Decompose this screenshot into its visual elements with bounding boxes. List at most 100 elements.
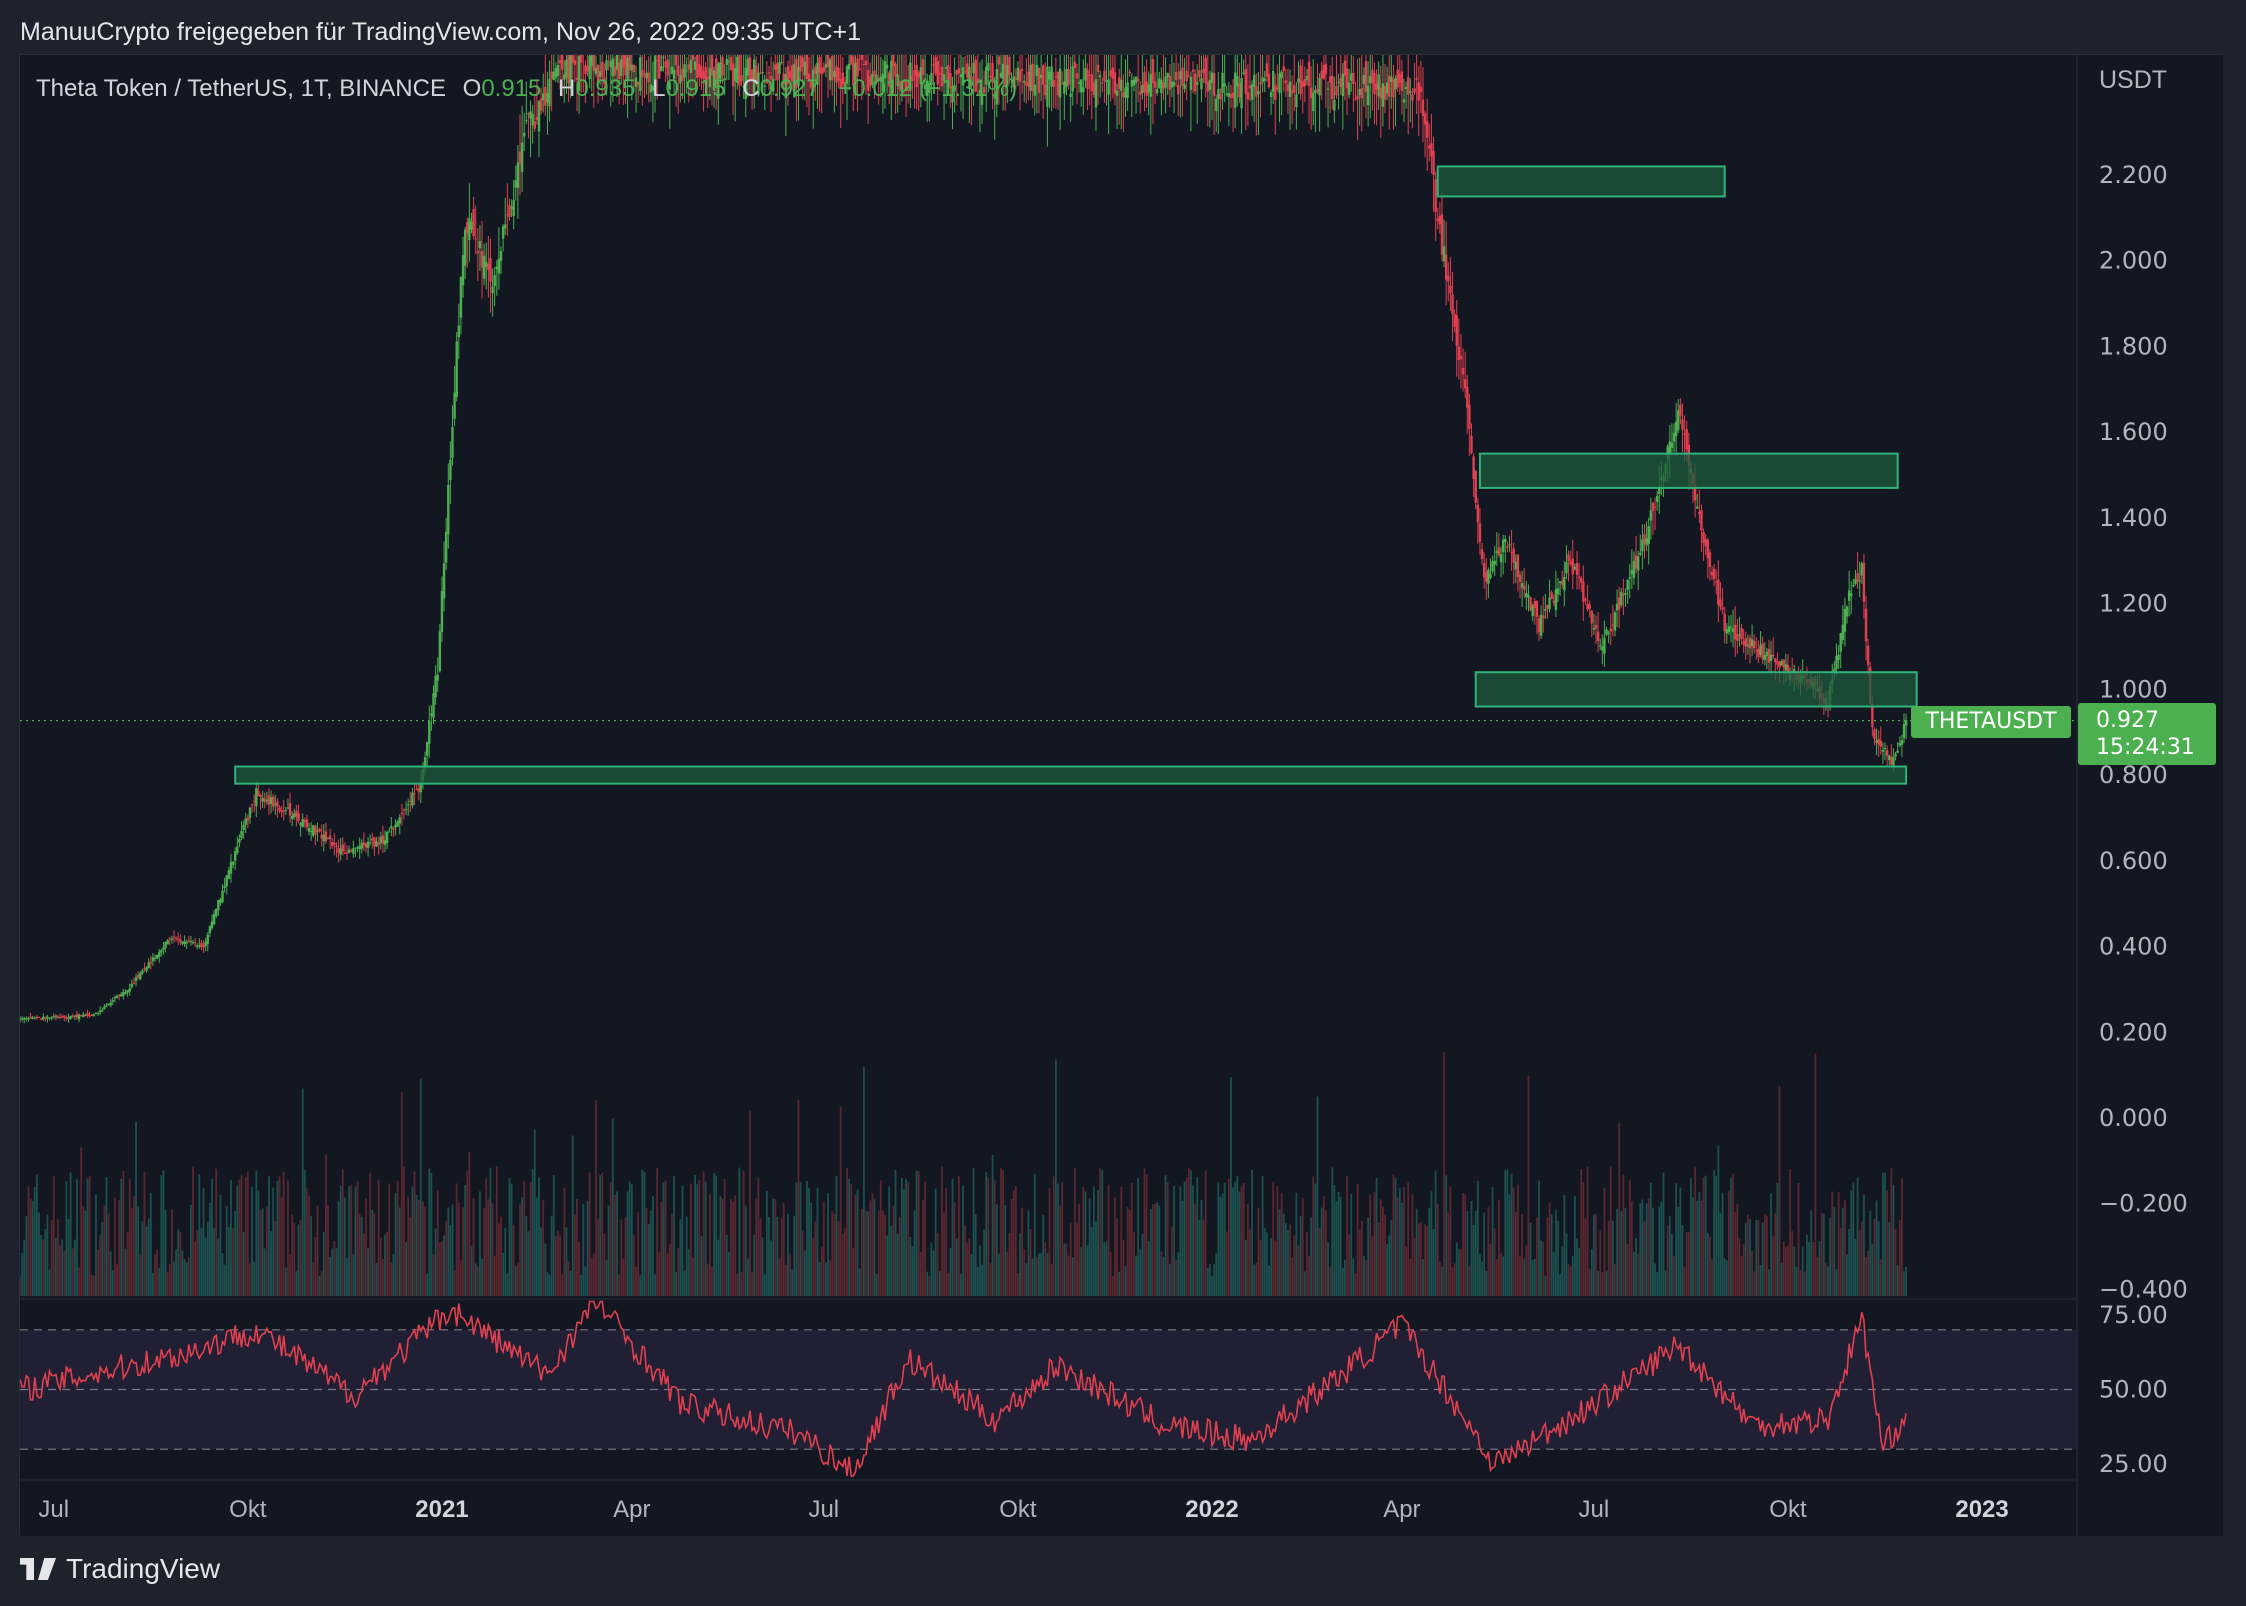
volume-bar [890, 1226, 893, 1296]
legend-close-label: C [742, 75, 760, 102]
candle-body [687, 64, 690, 70]
volume-bar [1012, 1189, 1015, 1296]
volume-bar [426, 1273, 429, 1296]
volume-bar [835, 1175, 838, 1296]
volume-bar [900, 1177, 903, 1296]
volume-bar [856, 1189, 859, 1296]
candle-body [1179, 71, 1182, 80]
candle-body [286, 807, 290, 809]
legend-symbol: Theta Token / TetherUS, 1T, BINANCE [36, 75, 446, 102]
candle-body [440, 590, 444, 633]
price-chart[interactable]: USDT2.2002.0001.8001.6001.4001.2001.0000… [20, 55, 2223, 1536]
volume-bar [400, 1092, 403, 1296]
volume-bar [652, 1196, 654, 1296]
volume-bar [1474, 1210, 1477, 1296]
zone-rectangle[interactable] [1478, 452, 1899, 489]
volume-bar [126, 1232, 129, 1296]
volume-bar [1063, 1243, 1066, 1296]
volume-bar [1318, 1228, 1321, 1296]
candle-body [1835, 655, 1838, 669]
candle-body [208, 926, 212, 934]
volume-bar [443, 1235, 445, 1296]
volume-bar [1310, 1217, 1313, 1296]
volume-bar [797, 1099, 800, 1296]
volume-bar [938, 1270, 941, 1296]
candle-body [1303, 79, 1307, 87]
volume-bar [215, 1168, 218, 1296]
volume-bar [1789, 1169, 1791, 1296]
volume-bar [1044, 1242, 1047, 1296]
volume-bar [76, 1179, 78, 1296]
zone-rectangle[interactable] [1474, 671, 1918, 708]
candle-body [1740, 628, 1743, 640]
candle-body [824, 64, 828, 68]
candle-body [1598, 645, 1602, 647]
volume-bar [1428, 1207, 1431, 1296]
volume-bar [384, 1234, 386, 1296]
zone-rectangle[interactable] [1436, 165, 1726, 198]
volume-bar [1715, 1175, 1718, 1296]
volume-bar [888, 1186, 891, 1296]
volume-bar [1419, 1221, 1422, 1296]
volume-bar [289, 1254, 291, 1296]
volume-bar [1468, 1266, 1471, 1296]
candle-body [383, 840, 387, 845]
candle-body [691, 55, 695, 61]
candle-body [1651, 502, 1655, 511]
volume-bar [54, 1238, 57, 1296]
series-legend: Theta Token / TetherUS, 1T, BINANCE O0.9… [36, 75, 1017, 103]
candle-body [1537, 618, 1541, 633]
candle-body [164, 942, 167, 948]
volume-bar [875, 1273, 878, 1296]
candle-body [1468, 404, 1471, 429]
candle-body [259, 795, 262, 798]
candle-body [1449, 285, 1452, 294]
volume-bar [552, 1175, 555, 1296]
volume-bar [1578, 1247, 1581, 1296]
candle-body [655, 60, 659, 62]
legend-high-value: 0.935 [575, 75, 636, 102]
volume-bar [1215, 1252, 1218, 1296]
candle-body [170, 938, 174, 940]
volume-bar [1232, 1187, 1235, 1296]
volume-bar [333, 1241, 336, 1296]
candle-body [1160, 79, 1163, 94]
candle-body [56, 1016, 60, 1018]
candle-body [1297, 78, 1300, 83]
volume-bar [968, 1238, 971, 1296]
tradingview-logo[interactable]: TradingView [20, 1553, 220, 1585]
volume-bar [57, 1219, 59, 1296]
candle-body [1392, 79, 1395, 98]
volume-bar [1609, 1166, 1612, 1296]
candle-body [411, 792, 414, 806]
volume-bar [1567, 1263, 1570, 1296]
candle-body [1324, 63, 1328, 75]
candle-body [1090, 74, 1093, 91]
volume-bar [1903, 1271, 1905, 1296]
candle-body [139, 972, 142, 980]
candle-body [341, 844, 344, 852]
candle-body [1042, 65, 1045, 85]
volume-bar [1403, 1187, 1405, 1296]
volume-bar [394, 1193, 397, 1296]
candle-body [1054, 76, 1058, 78]
candle-body [1075, 73, 1079, 79]
volume-bar [1143, 1168, 1146, 1296]
volume-bar [1751, 1250, 1753, 1296]
volume-bar [881, 1210, 884, 1296]
candle-body [75, 1014, 79, 1018]
volume-bar [409, 1217, 412, 1296]
volume-bar [97, 1249, 99, 1296]
candle-body [1177, 85, 1180, 95]
volume-bar [1493, 1228, 1496, 1296]
volume-bar [1799, 1269, 1802, 1296]
candle-body [1461, 368, 1465, 375]
volume-bar [1080, 1246, 1083, 1296]
candle-body [1782, 659, 1785, 668]
candle-body [65, 1017, 68, 1019]
volume-bar [183, 1259, 186, 1296]
volume-bar [1263, 1227, 1266, 1296]
candle-body [1670, 442, 1674, 449]
zone-rectangle[interactable] [234, 765, 1908, 785]
volume-bar [149, 1192, 152, 1296]
